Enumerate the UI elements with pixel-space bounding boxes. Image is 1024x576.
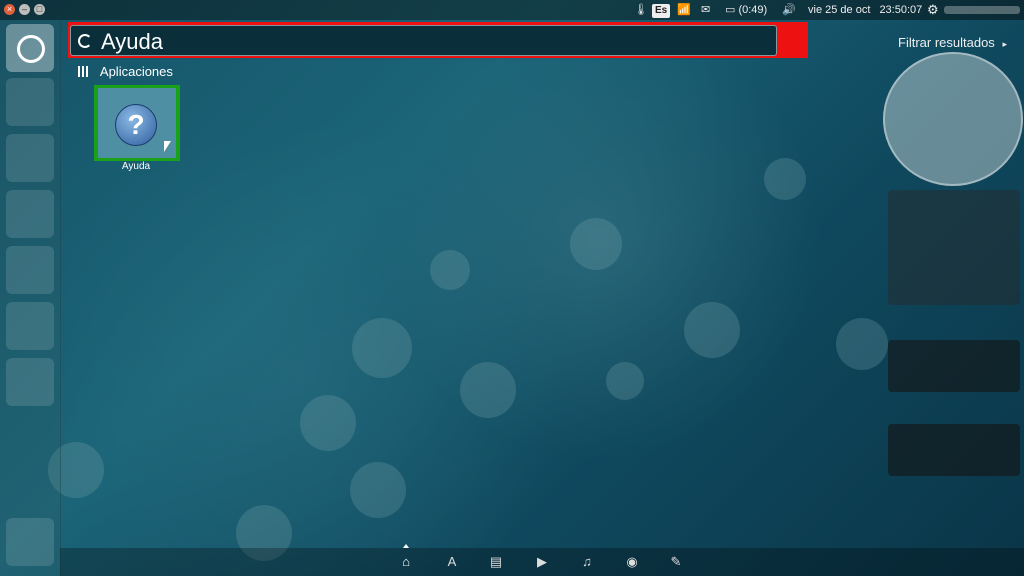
close-window-button[interactable]: × [4,4,15,15]
network-graph-widget [888,340,1020,392]
session-gear-icon[interactable]: ⚙ [927,0,939,20]
keyboard-layout-indicator[interactable]: Es [652,0,671,20]
video-lens-icon[interactable]: ▶ [532,552,552,572]
software-center-icon[interactable] [6,246,54,294]
photos-lens-icon[interactable]: ◉ [622,552,642,572]
user-name-blurred[interactable] [944,6,1020,14]
battery-indicator[interactable]: ▭ (0:49) [725,0,767,20]
files-lens-icon[interactable]: ▤ [486,552,506,572]
help-icon: ? [115,104,157,146]
time-label: 23:50:07 [879,4,923,16]
music-lens-icon[interactable]: ♫ [577,552,597,572]
battery-icon: ▭ [725,4,736,16]
minimize-window-button[interactable]: – [19,4,30,15]
volume-icon[interactable]: 🔊 [782,0,796,20]
wifi-icon[interactable]: 📶 [677,0,691,20]
result-label: Ayuda [121,161,151,172]
category-label: Aplicaciones [99,64,173,79]
terminal-icon[interactable] [6,302,54,350]
cpu-graph-widget [888,424,1020,476]
home-lens-icon[interactable]: ⌂ [396,552,416,572]
category-header[interactable]: Aplicaciones [78,64,173,79]
search-spinner-icon [78,34,92,48]
clock-widget [883,52,1023,186]
search-query: Ayuda [101,29,163,54]
launcher [0,20,61,576]
mail-icon[interactable]: ✉ [701,0,710,20]
datetime-indicator[interactable]: vie 25 de oct 23:50:07 [808,0,922,20]
thermometer-icon[interactable]: 🌡 [634,0,648,20]
files-icon[interactable] [6,78,54,126]
date-label: vie 25 de oct [808,4,871,16]
battery-time: (0:49) [738,4,768,16]
mouse-cursor-icon [164,141,171,152]
filter-results-button[interactable]: Filtrar resultados ▸ [898,35,1007,50]
apps-lens-icon[interactable]: A [442,552,462,572]
document-icon[interactable] [6,190,54,238]
search-input[interactable]: Ayuda [70,25,777,56]
chevron-right-icon: ▸ [1002,39,1007,49]
trash-icon[interactable] [6,518,54,566]
chromium-icon[interactable] [6,134,54,182]
filter-results-label: Filtrar resultados [898,35,995,50]
social-lens-icon[interactable]: ✎ [666,552,686,572]
lens-bar: ⌂ A ▤ ▶ ♫ ◉ ✎ [60,548,1024,576]
dash-overlay [60,20,1024,576]
apps-category-icon [78,66,89,77]
keyboard-layout-label: Es [652,4,671,18]
maximize-window-button[interactable]: □ [34,4,45,15]
settings-icon[interactable] [6,358,54,406]
ubuntu-dash-icon[interactable] [6,24,54,72]
top-panel: × – □ 🌡 Es 📶 ✉ ▭ (0:49) 🔊 vie 25 de oct … [0,0,1024,20]
calendar-widget [888,190,1020,305]
